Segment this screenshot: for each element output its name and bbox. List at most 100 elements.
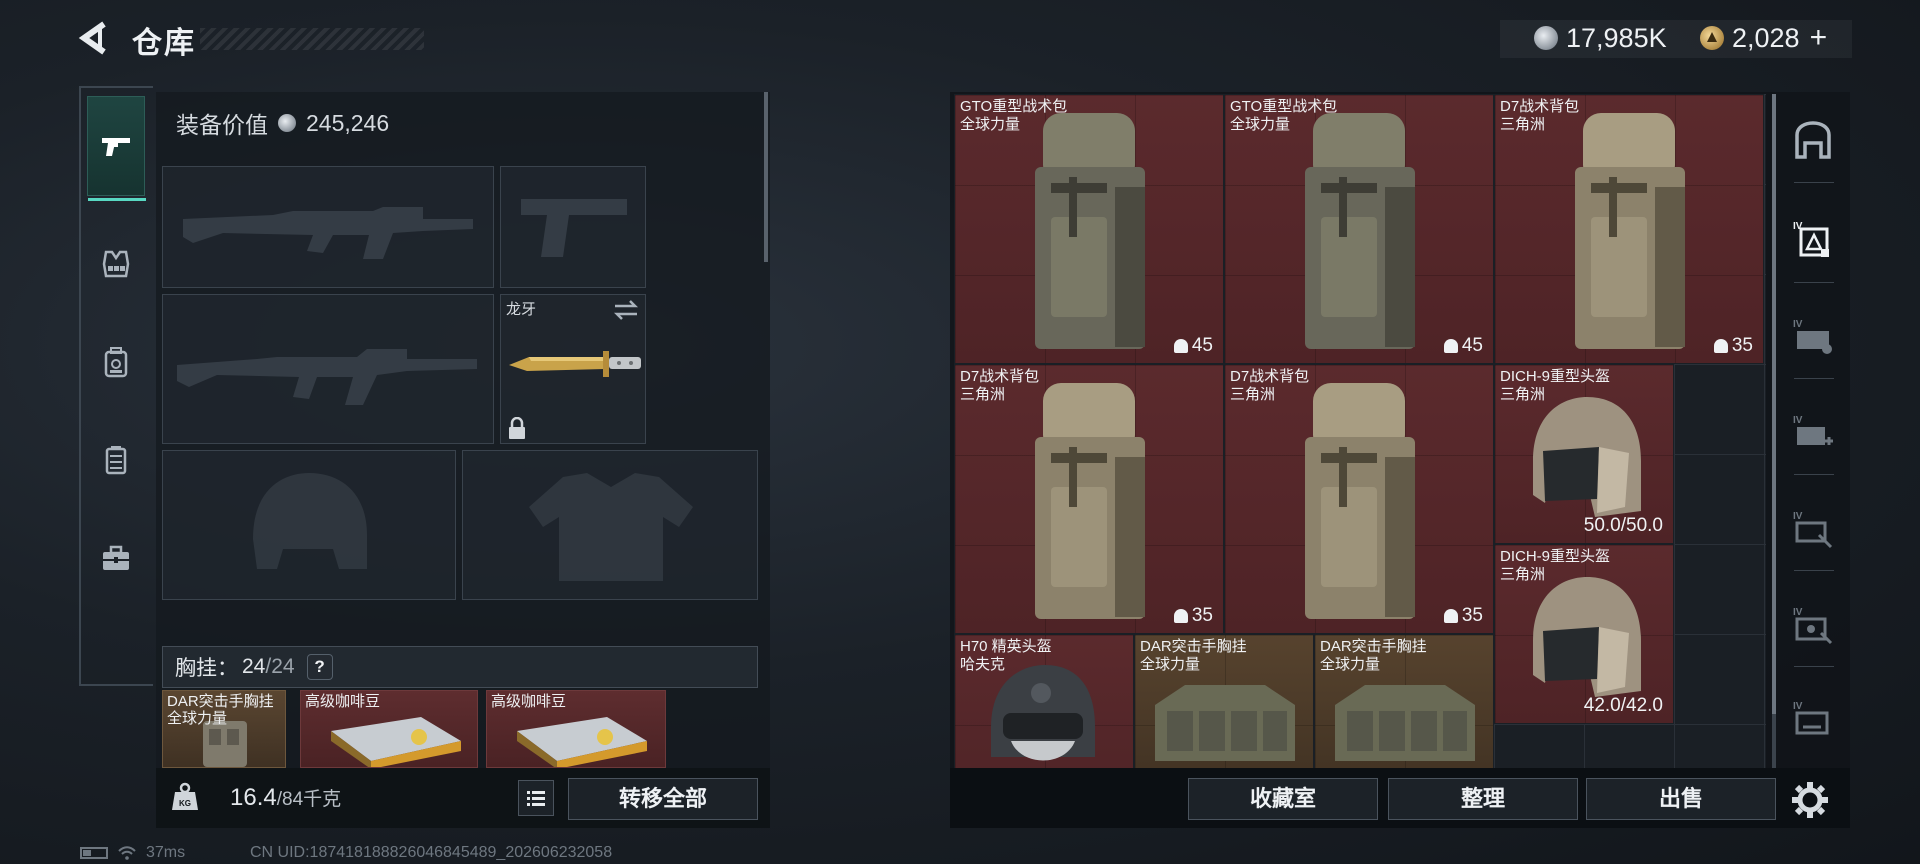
stash-category-nav: IV IV IV IV IV IV — [1780, 94, 1846, 768]
item-sub: 全球力量 — [167, 710, 228, 727]
chest-rig-icon — [105, 446, 127, 475]
capacity-icon — [1443, 609, 1458, 623]
melee-name: 龙牙 — [506, 301, 537, 318]
chest-rig-item[interactable]: DAR突击手胸挂 全球力量 — [162, 690, 286, 768]
stash-item[interactable]: D7战术背包 三角洲 35 — [1494, 94, 1764, 364]
melee-slot[interactable]: 龙牙 — [500, 294, 646, 444]
item-sub: 三角洲 — [1500, 386, 1546, 403]
toolbox-icon — [103, 545, 129, 570]
stash-scrollbar[interactable] — [1772, 94, 1776, 768]
item-stat: 50.0/50.0 — [1583, 515, 1663, 536]
capacity-icon — [1173, 339, 1188, 353]
nav-backpacks[interactable] — [87, 312, 145, 412]
chest-rig-icon — [1335, 685, 1475, 761]
helmet-slot[interactable] — [162, 450, 456, 600]
back-arrow-icon[interactable] — [78, 20, 112, 56]
item-sub: 全球力量 — [960, 116, 1021, 133]
ping-value: 37ms — [146, 844, 186, 861]
stash-tab-tier4-medical[interactable]: IV — [1786, 406, 1840, 460]
stash-item[interactable]: D7战术背包 三角洲 35 — [954, 364, 1224, 634]
tier4-misc-icon: IV — [1793, 701, 1829, 735]
nav-toolbox[interactable] — [87, 508, 145, 608]
stash-tab-tier4-misc[interactable]: IV — [1786, 692, 1840, 746]
item-name: DAR突击手胸挂 — [1140, 638, 1247, 655]
stash-item[interactable]: DICH-9重型头盔 三角洲 42.0/42.0 — [1494, 544, 1674, 724]
item-sub: 哈夫克 — [960, 656, 1006, 673]
stash-tab-home[interactable] — [1786, 114, 1840, 168]
silver-amount: 17,985K — [1566, 22, 1667, 53]
svg-text:IV: IV — [1793, 319, 1803, 330]
category-nav — [79, 86, 153, 686]
item-sub: 三角洲 — [1500, 116, 1546, 133]
item-name: DICH-9重型头盔 — [1500, 368, 1611, 385]
item-name: 高级咖啡豆 — [491, 693, 567, 710]
coffee-box-icon — [517, 717, 647, 767]
item-name: GTO重型战术包 — [960, 98, 1068, 115]
helmet-icon — [1533, 577, 1641, 697]
stash-tab-tier4-tools[interactable]: IV — [1786, 502, 1840, 556]
svg-text:IV: IV — [1793, 415, 1803, 426]
gold-currency[interactable]: 2,028 + — [1700, 18, 1827, 58]
backpack-icon — [1575, 113, 1685, 349]
item-sub: 全球力量 — [1320, 656, 1381, 673]
chest-rig-icon — [1155, 685, 1295, 761]
collection-room-button[interactable]: 收藏室 — [1188, 778, 1378, 820]
item-stat: 35 — [1461, 605, 1483, 626]
organize-button[interactable]: 整理 — [1388, 778, 1578, 820]
list-view-button[interactable] — [518, 780, 554, 816]
tier4-parts-icon: IV — [1793, 607, 1833, 645]
item-name: GTO重型战术包 — [1230, 98, 1338, 115]
nav-chest-rigs[interactable] — [87, 410, 145, 510]
tier4-backpack-icon: IV — [1793, 221, 1829, 257]
stash-item[interactable]: GTO重型战术包 全球力量 45 — [954, 94, 1224, 364]
swap-icon[interactable] — [613, 299, 639, 321]
stash-item[interactable]: DAR突击手胸挂 全球力量 — [1134, 634, 1314, 768]
secondary-weapon-slot[interactable] — [162, 294, 494, 444]
stash-item[interactable]: GTO重型战术包 全球力量 45 — [1224, 94, 1494, 364]
capacity-icon — [1713, 339, 1728, 353]
stash-item[interactable]: DICH-9重型头盔 三角洲 50.0/50.0 — [1494, 364, 1674, 544]
help-button[interactable]: ? — [306, 654, 333, 680]
item-name: D7战术背包 — [1230, 368, 1310, 385]
item-sub: 三角洲 — [1500, 566, 1546, 583]
list-icon — [527, 791, 545, 806]
nav-armor[interactable] — [87, 214, 145, 314]
add-currency-icon[interactable]: + — [1810, 21, 1828, 55]
nav-weapons[interactable] — [87, 96, 146, 201]
tier4-case-icon: IV — [1793, 319, 1832, 354]
coffee-box-icon — [331, 717, 461, 767]
equipment-bottom-bar: KG 16.4/84千克 转移全部 — [156, 768, 770, 828]
svg-text:IV: IV — [1793, 511, 1803, 522]
item-name: H70 精英头盔 — [960, 638, 1052, 655]
transfer-all-button[interactable]: 转移全部 — [568, 778, 758, 820]
device-status: 37ms — [80, 844, 185, 862]
title-decoration — [200, 28, 424, 50]
stash-tab-tier4-parts[interactable]: IV — [1786, 598, 1840, 652]
knife-icon — [509, 351, 641, 377]
chest-rig-capacity-bar: 胸挂： 24 /24 ? — [162, 646, 758, 688]
stash-item[interactable]: D7战术背包 三角洲 35 — [1224, 364, 1494, 634]
primary-weapon-slot[interactable] — [162, 166, 494, 288]
item-name: DICH-9重型头盔 — [1500, 548, 1611, 565]
lock-icon — [509, 417, 525, 439]
coffee-beans-item[interactable]: 高级咖啡豆 — [300, 690, 478, 768]
armor-slot[interactable] — [462, 450, 758, 600]
silver-currency: 17,985K — [1534, 18, 1667, 58]
battery-icon — [80, 847, 108, 859]
tier4-medical-icon: IV — [1793, 415, 1833, 445]
weight-value: 16.4 — [230, 784, 277, 811]
stash-item[interactable]: DAR突击手胸挂 全球力量 — [1314, 634, 1494, 768]
item-stat: 45 — [1191, 335, 1213, 356]
equipment-value: 装备价值 245,246 — [176, 106, 389, 140]
chest-rig-used: 24 — [242, 655, 266, 678]
stash-item[interactable]: H70 精英头盔 哈夫克 — [954, 634, 1134, 768]
sell-button[interactable]: 出售 — [1586, 778, 1776, 820]
equipment-scrollbar[interactable] — [764, 92, 768, 262]
stash-tab-tier4-gear[interactable]: IV — [1786, 212, 1840, 266]
coffee-beans-item[interactable]: 高级咖啡豆 — [486, 690, 666, 768]
stash-tab-tier4-case[interactable]: IV — [1786, 310, 1840, 364]
item-sub: 全球力量 — [1140, 656, 1201, 673]
wifi-icon — [118, 846, 136, 860]
settings-gear-icon[interactable] — [1788, 778, 1832, 822]
sidearm-slot[interactable] — [500, 166, 646, 288]
